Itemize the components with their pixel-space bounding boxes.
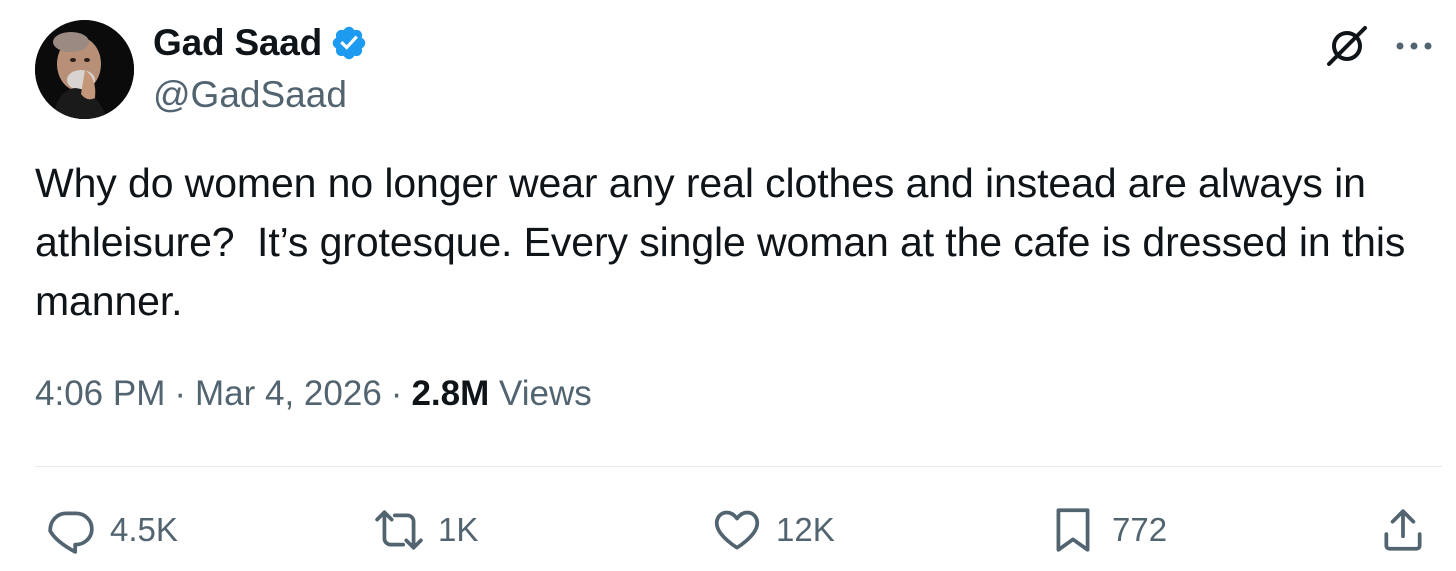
repost-icon: [374, 505, 424, 555]
bookmark-button[interactable]: 772: [1048, 500, 1167, 560]
tweet-time[interactable]: 4:06 PM: [35, 374, 165, 413]
like-button[interactable]: 12K: [712, 500, 835, 560]
verified-badge-icon[interactable]: [330, 24, 368, 62]
share-button[interactable]: [1378, 500, 1428, 560]
handle[interactable]: @GadSaad: [153, 74, 368, 116]
repost-button[interactable]: 1K: [374, 500, 478, 560]
more-icon[interactable]: [1390, 28, 1438, 64]
meta-separator: ·: [390, 374, 403, 413]
divider: [35, 466, 1442, 467]
tweet-text: Why do women no longer wear any real clo…: [35, 160, 1417, 324]
name-row: Gad Saad: [153, 18, 368, 68]
reply-button[interactable]: 4.5K: [46, 500, 178, 560]
avatar-photo: [35, 20, 134, 119]
bookmark-count: 772: [1112, 511, 1168, 548]
meta-separator: ·: [174, 374, 187, 413]
display-name[interactable]: Gad Saad: [153, 22, 322, 64]
reply-icon: [46, 505, 96, 555]
heart-icon: [712, 505, 762, 555]
avatar[interactable]: [35, 20, 134, 119]
views-count[interactable]: 2.8M: [411, 374, 489, 413]
action-bar: 4.5K 1K 12K 772: [0, 500, 1456, 560]
grok-icon[interactable]: [1323, 22, 1371, 70]
bookmark-icon: [1048, 505, 1098, 555]
reply-count: 4.5K: [110, 511, 178, 548]
author-block: Gad Saad @GadSaad: [153, 18, 368, 116]
repost-count: 1K: [438, 511, 479, 548]
like-count: 12K: [776, 511, 835, 548]
views-label[interactable]: Views: [499, 374, 592, 413]
tweet-meta: 4:06 PM · Mar 4, 2026 · 2.8M Views: [35, 374, 592, 414]
share-icon: [1378, 505, 1428, 555]
tweet-date[interactable]: Mar 4, 2026: [195, 374, 382, 413]
tweet: Gad Saad @GadSaad Why do women no longer…: [0, 0, 1456, 571]
